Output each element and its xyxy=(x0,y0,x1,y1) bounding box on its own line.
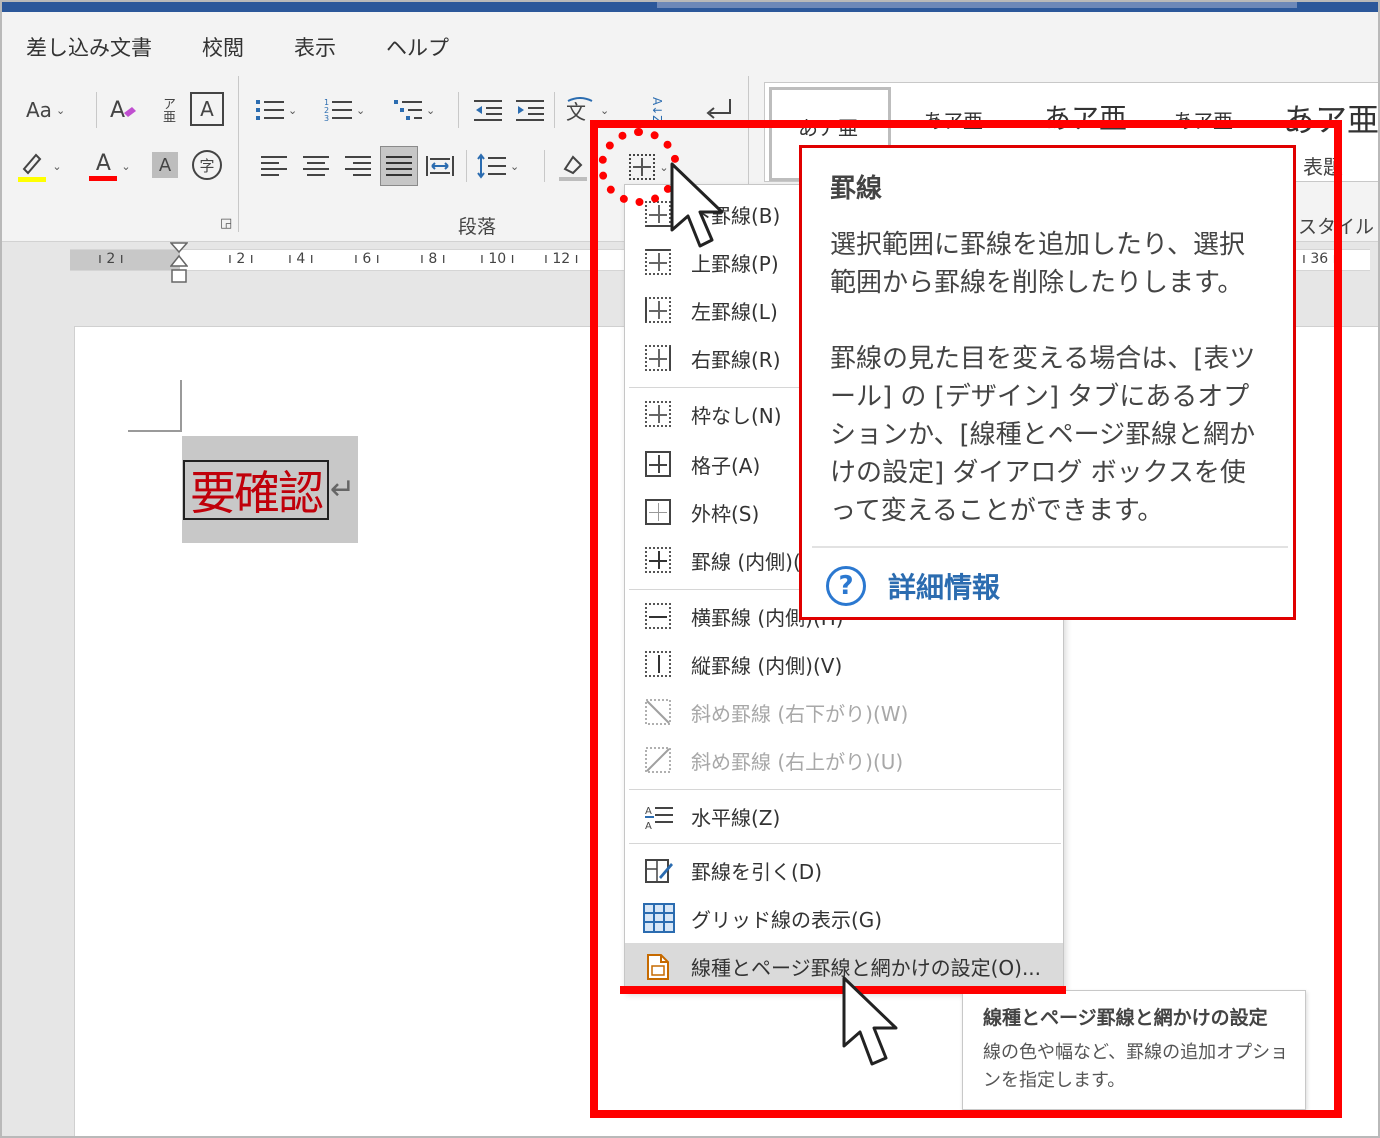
mouse-pointer-icon xyxy=(842,976,898,1066)
borders-and-shading-tooltip: 線種とページ罫線と網かけの設定 線の色や幅など、罫線の追加オプションを指定します… xyxy=(962,990,1306,1110)
shading-icon[interactable] xyxy=(556,148,592,184)
align-right-icon[interactable] xyxy=(342,150,374,182)
no-border-icon xyxy=(645,401,671,427)
word-window: 差し込み文書 校閲 表示 ヘルプ Aa ⌄ A ア亜 A ⌄ A ⌄ A 字 ◲… xyxy=(0,0,1380,1138)
indent-marker-icon[interactable] xyxy=(170,242,188,286)
menu-item-horizontal-line[interactable]: AA 水平線(Z) xyxy=(625,793,1063,839)
title-bar xyxy=(2,2,1378,12)
tooltip-title: 罫線 xyxy=(830,174,883,204)
draw-table-icon xyxy=(645,857,673,883)
inside-horizontal-border-icon xyxy=(645,603,671,629)
tab-view[interactable]: 表示 xyxy=(294,32,336,62)
help-icon: ? xyxy=(826,566,866,606)
tell-me-more-link[interactable]: ? 詳細情報 xyxy=(826,566,1000,606)
style-heading1-preview[interactable]: あア亜 xyxy=(1043,97,1127,137)
right-border-icon xyxy=(645,345,671,371)
menu-item-inside-vertical-border[interactable]: 縦罫線 (内側)(V) xyxy=(625,641,1063,687)
style-title-caption: 表題 xyxy=(1303,155,1343,179)
show-paragraph-marks-icon[interactable] xyxy=(702,90,736,130)
tooltip-body: 選択範囲に罫線を追加したり、選択範囲から罫線を削除したりします。 罫線の見た目を… xyxy=(830,230,1256,526)
gridlines-icon xyxy=(643,903,675,933)
numbering-button[interactable]: 123 ⌄ xyxy=(324,92,365,128)
tell-me-more-label: 詳細情報 xyxy=(888,571,1001,604)
svg-text:A: A xyxy=(645,821,652,831)
svg-text:A: A xyxy=(645,806,652,817)
decrease-indent-icon[interactable] xyxy=(472,92,504,128)
phonetic-guide-icon[interactable]: ア亜 xyxy=(152,92,182,128)
style-normal-preview: あア亜 xyxy=(798,116,858,140)
tooltip2-body: 線の色や幅など、罫線の追加オプションを指定します。 xyxy=(983,1042,1289,1091)
svg-text:文: 文 xyxy=(566,100,586,123)
paragraph-group-label: 段落 xyxy=(458,216,497,238)
highlight-color-button[interactable]: ⌄ xyxy=(16,148,64,184)
svg-text:3: 3 xyxy=(324,114,329,122)
tab-mailings[interactable]: 差し込み文書 xyxy=(26,32,152,62)
svg-text:A: A xyxy=(110,98,125,123)
tab-review[interactable]: 校閲 xyxy=(202,32,244,62)
align-center-icon[interactable] xyxy=(300,150,332,182)
clear-formatting-icon[interactable]: A xyxy=(106,92,140,128)
font-color-button[interactable]: A ⌄ xyxy=(82,148,138,184)
enclose-characters-icon[interactable]: 字 xyxy=(192,150,222,180)
distributed-icon[interactable] xyxy=(424,150,456,182)
change-case-button[interactable]: Aa ⌄ xyxy=(26,92,65,128)
bordered-cell-text[interactable]: 要確認 xyxy=(183,460,329,520)
margin-corner-mark xyxy=(128,430,182,432)
style-no-spacing-preview[interactable]: あア亜 xyxy=(923,105,983,134)
mouse-pointer-icon xyxy=(670,162,724,248)
tooltip2-title: 線種とページ罫線と網かけの設定 xyxy=(983,1007,1268,1029)
multilevel-list-button[interactable]: ⌄ xyxy=(394,92,435,128)
line-spacing-button[interactable]: ⌄ xyxy=(476,148,519,184)
diagonal-down-border-icon xyxy=(645,699,671,725)
diagonal-up-border-icon xyxy=(645,747,671,773)
style-heading2-preview[interactable]: あア亜 xyxy=(1173,105,1233,134)
menu-item-view-gridlines[interactable]: グリッド線の表示(G) xyxy=(625,895,1063,941)
all-borders-icon xyxy=(645,451,671,477)
tab-help[interactable]: ヘルプ xyxy=(386,32,449,62)
borders-and-shading-icon xyxy=(645,953,671,980)
left-border-icon xyxy=(645,297,671,323)
paragraph-mark: ↵ xyxy=(330,472,356,507)
outside-borders-icon xyxy=(645,499,671,525)
inside-borders-icon xyxy=(645,547,671,573)
character-shading-icon[interactable]: A xyxy=(152,152,178,178)
font-dialog-launcher-icon[interactable]: ◲ xyxy=(220,216,232,231)
bullets-button[interactable]: ⌄ xyxy=(256,92,297,128)
styles-group-label: スタイル xyxy=(1298,216,1375,238)
ribbon-tabs: 差し込み文書 校閲 表示 ヘルプ xyxy=(2,12,1378,70)
increase-indent-icon[interactable] xyxy=(514,92,546,128)
horizontal-line-icon: AA xyxy=(645,803,673,832)
menu-item-diagonal-up-border: 斜め罫線 (右上がり)(U) xyxy=(625,737,1063,783)
sort-icon[interactable]: A↓Z xyxy=(642,90,672,130)
menu-item-diagonal-down-border: 斜め罫線 (右下がり)(W) xyxy=(625,689,1063,735)
asian-layout-button[interactable]: 文 ⌄ xyxy=(566,92,609,128)
justify-icon[interactable] xyxy=(380,146,418,186)
margin-corner-mark xyxy=(180,380,182,432)
inside-vertical-border-icon xyxy=(645,651,671,677)
align-left-icon[interactable] xyxy=(258,150,290,182)
character-border-icon[interactable]: A xyxy=(190,92,224,126)
menu-item-draw-table[interactable]: 罫線を引く(D) xyxy=(625,847,1063,893)
borders-tooltip: 罫線 選択範囲に罫線を追加したり、選択範囲から罫線を削除したりします。 罫線の見… xyxy=(799,145,1296,620)
style-title-preview[interactable]: あア亜 xyxy=(1283,95,1378,141)
